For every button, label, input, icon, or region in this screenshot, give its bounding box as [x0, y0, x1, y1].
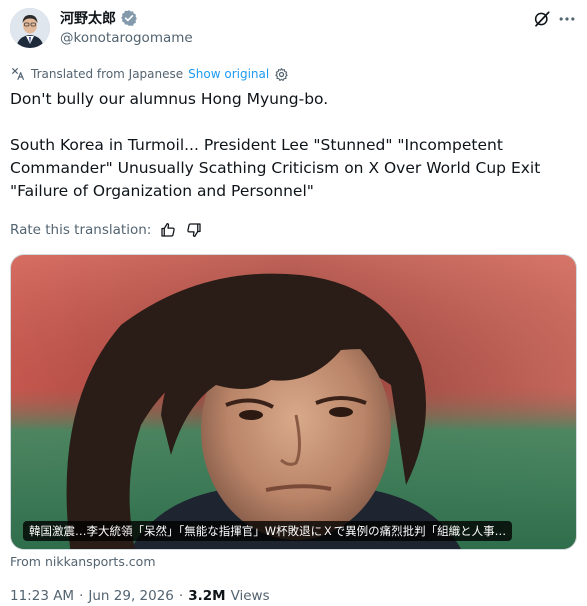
thumbs-up-icon[interactable] — [159, 221, 177, 239]
tweet-line: Commander" Unusually Scathing Criticism … — [10, 159, 541, 177]
tweet-time[interactable]: 11:23 AM — [10, 588, 74, 604]
thumbs-down-icon[interactable] — [185, 221, 203, 239]
card-caption: 韓国激震…李大統領「呆然」「無能な指揮官」W杯敗退にＸで異例の痛烈批判「組織と人… — [23, 521, 513, 541]
tweet-date[interactable]: Jun 29, 2026 — [88, 588, 174, 604]
grok-icon[interactable] — [533, 10, 551, 28]
gear-icon[interactable] — [274, 67, 289, 82]
translate-icon — [12, 68, 24, 80]
more-options-icon[interactable] — [557, 10, 577, 28]
tweet-text: Don't bully our alumnus Hong Myung-bo. S… — [10, 88, 577, 203]
rate-translation-label: Rate this translation: — [10, 222, 152, 238]
tweet-line: South Korea in Turmoil... President Lee … — [10, 136, 503, 154]
show-original-link[interactable]: Show original — [188, 67, 269, 81]
name-row: 河野太郎 — [60, 8, 138, 28]
link-card[interactable]: 韓国激震…李大統領「呆然」「無能な指揮官」W杯敗退にＸで異例の痛烈批判「組織と人… — [10, 254, 577, 550]
card-image — [11, 255, 576, 549]
translation-notice: Translated from Japanese Show original — [10, 65, 289, 83]
views-label: Views — [230, 588, 270, 604]
tweet-meta: 11:23 AM · Jun 29, 2026 · 3.2M Views — [10, 588, 270, 604]
handle[interactable]: @konotarogomame — [60, 30, 193, 46]
avatar[interactable] — [10, 8, 50, 48]
avatar-image — [10, 8, 50, 48]
tweet-header: 河野太郎 @konotarogomame — [10, 8, 577, 52]
rate-translation: Rate this translation: — [10, 219, 203, 241]
meta-separator: · — [178, 588, 184, 604]
translated-label: Translated from Japanese — [31, 67, 184, 81]
tweet-line: "Failure of Organization and Personnel" — [10, 182, 314, 200]
verified-badge-icon[interactable] — [120, 9, 138, 27]
tweet-line: Don't bully our alumnus Hong Myung-bo. — [10, 90, 329, 108]
meta-separator: · — [79, 588, 84, 604]
display-name[interactable]: 河野太郎 — [60, 8, 116, 28]
views-count: 3.2M — [188, 588, 226, 604]
card-source[interactable]: From nikkansports.com — [10, 554, 156, 569]
